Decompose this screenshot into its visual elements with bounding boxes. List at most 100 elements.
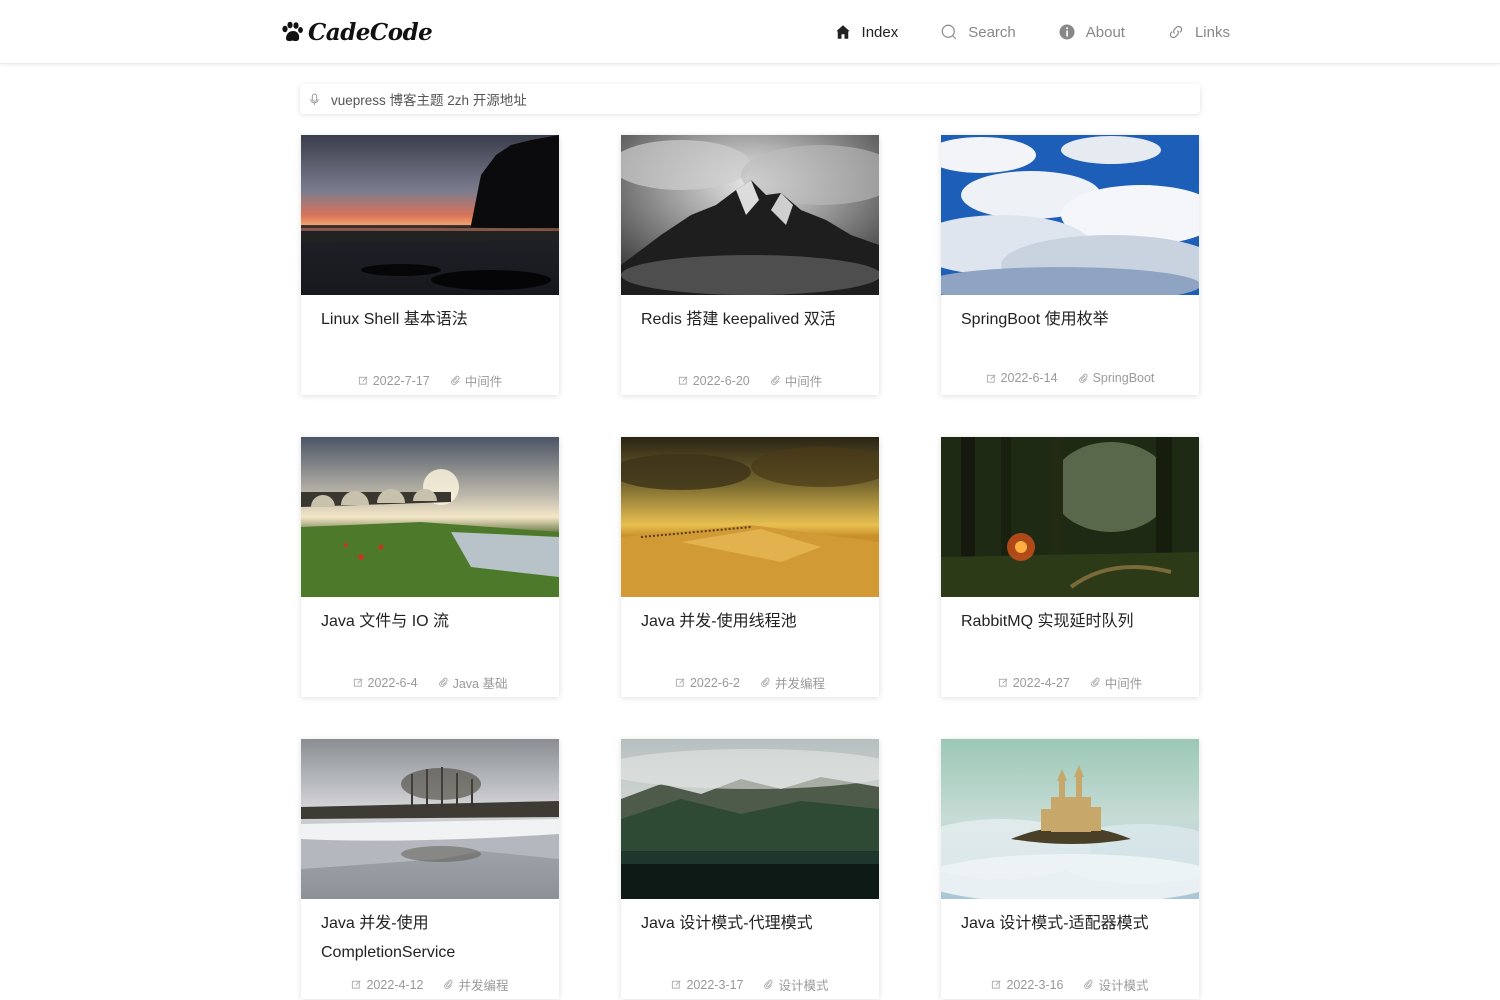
tag-icon [450,375,460,385]
post-date: 2022-6-14 [986,371,1058,385]
tag-icon [444,979,454,989]
post-tag-text: 并发编程 [458,979,509,993]
post-tag[interactable]: 设计模式 [763,975,829,994]
post-date-text: 2022-6-20 [692,373,750,388]
tag-icon [1084,979,1094,989]
post-meta: 2022-6-14 SpringBoot [941,371,1199,385]
post-card[interactable]: Java 设计模式-适配器模式 2022-3-16 设计模式 [941,739,1199,999]
post-meta: 2022-3-17 设计模式 [621,975,879,994]
post-date-text: 2022-6-2 [689,675,741,690]
nav-item-links[interactable]: Links [1167,23,1230,41]
nav-label-search: Search [968,23,1016,41]
nav-label-about: About [1085,23,1125,41]
post-card[interactable]: Java 并发-使用线程池 2022-6-2 并发编程 [621,437,879,697]
top-navbar: CadeCode Index Search About Links [0,0,1500,64]
post-thumbnail-lake-sunset [301,135,559,295]
post-title[interactable]: Redis 搭建 keepalived 双活 [641,305,861,334]
post-tag-text: 并发编程 [775,677,826,691]
edit-icon [352,980,361,989]
post-date: 2022-3-17 [671,975,743,994]
post-title[interactable]: Java 设计模式-代理模式 [641,909,861,938]
edit-icon [998,678,1008,687]
post-date-text: 2022-3-17 [686,977,744,992]
post-tag[interactable]: 中间件 [1090,673,1142,692]
post-tag[interactable]: 设计模式 [1083,975,1149,994]
post-date-text: 2022-3-16 [1006,977,1064,992]
post-tag[interactable]: 并发编程 [443,975,509,994]
post-meta: 2022-6-4 Java 基础 [301,673,559,692]
post-date-text: 2022-6-4 [367,675,418,690]
post-card[interactable]: Java 设计模式-代理模式 2022-3-17 设计模式 [621,739,879,999]
post-thumbnail-forest-light [941,437,1199,597]
info-icon [1059,24,1075,40]
post-title[interactable]: Java 并发-使用线程池 [641,607,861,636]
post-tag[interactable]: SpringBoot [1078,371,1155,385]
edit-icon [678,376,688,385]
nav-item-index[interactable]: Index [834,23,899,41]
post-date: 2022-6-4 [353,673,418,692]
post-thumbnail-golden-desert [621,437,879,597]
post-date-text: 2022-6-14 [1000,371,1058,385]
post-meta: 2022-6-20 中间件 [621,371,879,390]
edit-icon [672,980,681,989]
brand-logo[interactable]: CadeCode [280,17,433,47]
post-date: 2022-4-27 [998,673,1070,692]
post-card[interactable]: SpringBoot 使用枚举 2022-6-14 SpringBoot [941,135,1199,395]
home-icon [835,25,850,39]
paw-icon [282,21,303,42]
post-tag-text: 中间件 [464,375,503,389]
post-title[interactable]: Java 并发-使用 CompletionService [321,909,541,967]
post-title[interactable]: RabbitMQ 实现延时队列 [961,607,1181,636]
post-meta: 2022-4-12 并发编程 [301,975,559,994]
brand-name: CadeCode [308,18,433,46]
post-title[interactable]: Linux Shell 基本语法 [321,305,541,334]
edit-icon [358,376,368,385]
post-meta: 2022-3-16 设计模式 [941,975,1199,994]
post-tag[interactable]: 并发编程 [760,673,825,692]
post-thumbnail-stone-bridge-sunset [301,437,559,597]
post-tag-text: 设计模式 [1098,979,1149,993]
post-tag[interactable]: 中间件 [770,371,823,390]
post-card[interactable]: Java 并发-使用 CompletionService 2022-4-12 并… [301,739,559,999]
post-title[interactable]: SpringBoot 使用枚举 [961,305,1181,334]
post-thumbnail-castle-in-clouds [941,739,1199,899]
post-date: 2022-6-2 [675,673,740,692]
edit-icon [353,678,363,687]
edit-icon [992,980,1001,989]
post-tag[interactable]: 中间件 [450,371,503,390]
post-date-text: 2022-7-17 [372,373,430,388]
tag-icon [1090,677,1100,687]
main-nav: Index Search About Links [834,0,1230,64]
post-date-text: 2022-4-12 [366,977,424,992]
post-tag-text: SpringBoot [1092,371,1155,385]
edit-icon [986,374,996,383]
search-input[interactable] [331,85,1151,113]
search-bar [300,84,1200,114]
post-date: 2022-7-17 [358,371,430,390]
post-date-text: 2022-4-27 [1012,675,1070,690]
microphone-icon[interactable] [308,93,321,106]
edit-icon [675,678,685,687]
tag-icon [764,979,774,989]
tag-icon [761,677,770,687]
nav-item-about[interactable]: About [1058,23,1125,41]
post-meta: 2022-6-2 并发编程 [621,673,879,692]
post-title[interactable]: Java 设计模式-适配器模式 [961,909,1181,938]
post-card[interactable]: RabbitMQ 实现延时队列 2022-4-27 中间件 [941,437,1199,697]
post-card[interactable]: Linux Shell 基本语法 2022-7-17 中间件 [301,135,559,395]
link-icon [1169,25,1183,39]
nav-label-index: Index [861,23,899,41]
post-title[interactable]: Java 文件与 IO 流 [321,607,541,636]
post-meta: 2022-7-17 中间件 [301,371,559,390]
post-tag-text: 中间件 [784,375,823,389]
post-date: 2022-4-12 [351,975,423,994]
nav-item-search[interactable]: Search [940,23,1016,41]
post-tag[interactable]: Java 基础 [438,673,507,692]
post-meta: 2022-4-27 中间件 [941,673,1199,692]
nav-label-links: Links [1194,23,1230,41]
tag-icon [1078,373,1088,383]
post-date: 2022-3-16 [991,975,1063,994]
post-date: 2022-6-20 [678,371,750,390]
post-card[interactable]: Java 文件与 IO 流 2022-6-4 Java 基础 [301,437,559,697]
post-card[interactable]: Redis 搭建 keepalived 双活 2022-6-20 中间件 [621,135,879,395]
